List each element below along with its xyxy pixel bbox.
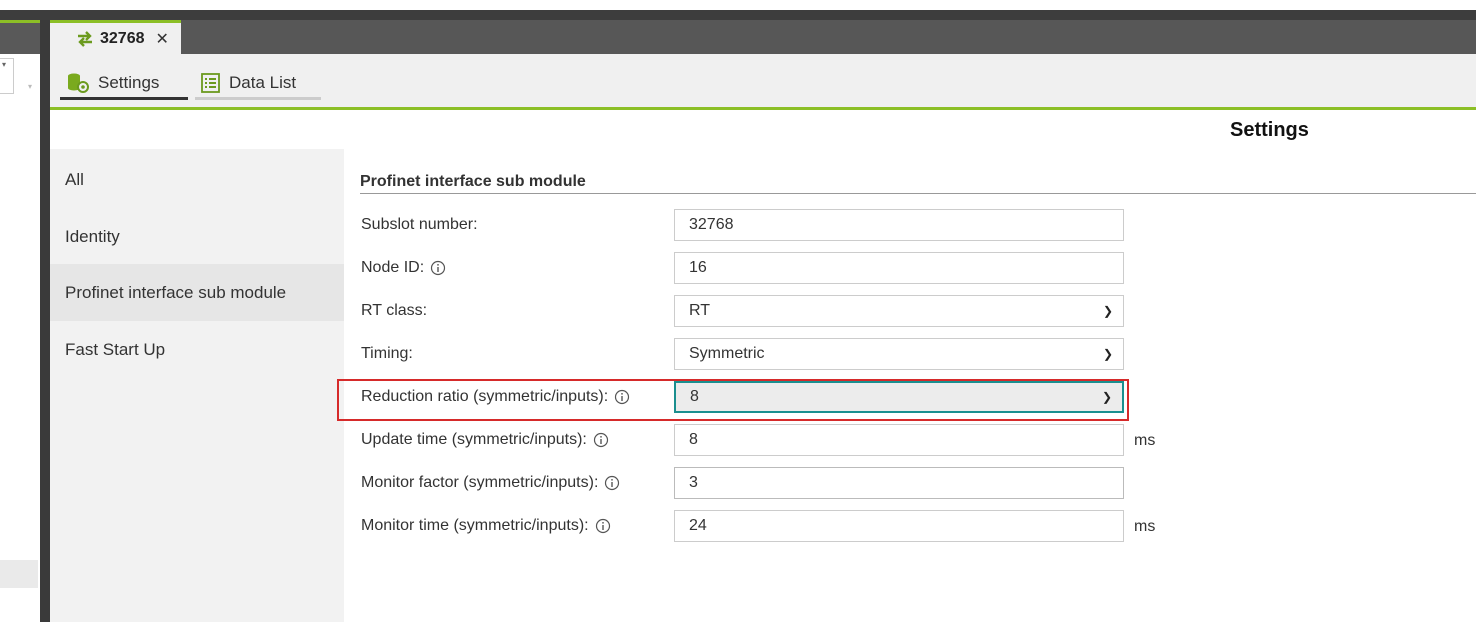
field-value: 3 xyxy=(689,474,698,491)
row-label-text: Subslot number: xyxy=(361,216,478,233)
tab-data-list[interactable]: Data List xyxy=(195,68,321,100)
field-value: 8 xyxy=(689,431,698,448)
subslot-number-field[interactable]: 32768 xyxy=(674,209,1124,241)
rt-class-select[interactable]: RT ❯ xyxy=(674,295,1124,327)
field-value: 16 xyxy=(689,259,707,276)
timing-select[interactable]: Symmetric ❯ xyxy=(674,338,1124,370)
window-frame-bar xyxy=(0,10,1476,20)
info-icon[interactable] xyxy=(593,432,609,448)
select-value: RT xyxy=(689,302,711,319)
node-id-label: Node ID: xyxy=(361,259,446,277)
nav-item-all[interactable]: All xyxy=(50,151,344,208)
row-label-text: Monitor time (symmetric/inputs): xyxy=(361,517,589,534)
view-tabs: Settings Data List xyxy=(50,54,1476,110)
page-title: Settings xyxy=(1230,119,1309,141)
info-icon[interactable] xyxy=(430,260,446,276)
row-label-text: Timing: xyxy=(361,345,413,362)
section-title: Profinet interface sub module xyxy=(360,173,586,190)
nav-item-label: All xyxy=(65,169,84,189)
chevron-down-icon: ❯ xyxy=(1102,347,1113,361)
field-value: 32768 xyxy=(689,216,734,233)
row-label-text: RT class: xyxy=(361,302,428,319)
update-time-field[interactable]: 8 xyxy=(674,424,1124,456)
editor-panel: 32768 ✕ Settings Data List Settings All … xyxy=(50,20,1476,622)
reduction-ratio-highlight-annotation xyxy=(337,379,1129,421)
left-pane-selected-row[interactable] xyxy=(0,560,38,588)
nav-item-profinet-interface[interactable]: Profinet interface sub module xyxy=(50,264,344,321)
nav-item-fast-start-up[interactable]: Fast Start Up xyxy=(50,321,344,378)
monitor-factor-field[interactable]: 3 xyxy=(674,467,1124,499)
section-divider xyxy=(360,193,1476,194)
nav-item-label: Identity xyxy=(65,226,120,246)
tab-settings-label: Settings xyxy=(98,72,160,92)
rt-class-label: RT class: xyxy=(361,302,427,320)
settings-db-icon xyxy=(68,73,89,93)
monitor-factor-label: Monitor factor (symmetric/inputs): xyxy=(361,474,620,492)
pane-splitter[interactable] xyxy=(40,20,50,622)
subslot-number-label: Subslot number: xyxy=(361,216,478,234)
tab-settings[interactable]: Settings xyxy=(60,68,188,100)
nav-item-label: Fast Start Up xyxy=(65,339,166,359)
nav-item-identity[interactable]: Identity xyxy=(50,208,344,265)
select-value: Symmetric xyxy=(689,345,765,362)
monitor-time-label: Monitor time (symmetric/inputs): xyxy=(361,517,611,535)
left-pane-scroll-icon[interactable]: ▾ xyxy=(28,82,32,91)
document-tab[interactable]: 32768 ✕ xyxy=(50,20,181,54)
row-label-text: Update time (symmetric/inputs): xyxy=(361,431,587,448)
field-value: 24 xyxy=(689,517,707,534)
left-pane-header xyxy=(0,20,40,54)
left-pane: ▾ ▾ xyxy=(0,20,40,622)
window-top-edge xyxy=(0,0,1476,10)
document-tabstrip: 32768 ✕ xyxy=(50,20,1476,54)
timing-label: Timing: xyxy=(361,345,413,363)
nav-item-label: Profinet interface sub module xyxy=(65,282,287,302)
row-label-text: Monitor factor (symmetric/inputs): xyxy=(361,474,599,491)
document-tab-title: 32768 xyxy=(100,29,145,47)
update-time-label: Update time (symmetric/inputs): xyxy=(361,431,609,449)
close-icon[interactable]: ✕ xyxy=(156,29,169,49)
info-icon[interactable] xyxy=(595,518,611,534)
update-time-unit: ms xyxy=(1134,432,1156,449)
left-pane-dropdown-icon[interactable]: ▾ xyxy=(2,60,6,69)
row-label-text: Node ID: xyxy=(361,259,425,276)
chevron-down-icon: ❯ xyxy=(1102,304,1113,318)
monitor-time-field[interactable]: 24 xyxy=(674,510,1124,542)
monitor-time-unit: ms xyxy=(1134,518,1156,535)
node-id-field[interactable]: 16 xyxy=(674,252,1124,284)
info-icon[interactable] xyxy=(604,475,620,491)
tab-data-list-label: Data List xyxy=(229,72,297,92)
settings-nav: All Identity Profinet interface sub modu… xyxy=(50,149,344,622)
list-icon xyxy=(201,72,220,93)
swap-arrows-icon xyxy=(78,30,92,47)
